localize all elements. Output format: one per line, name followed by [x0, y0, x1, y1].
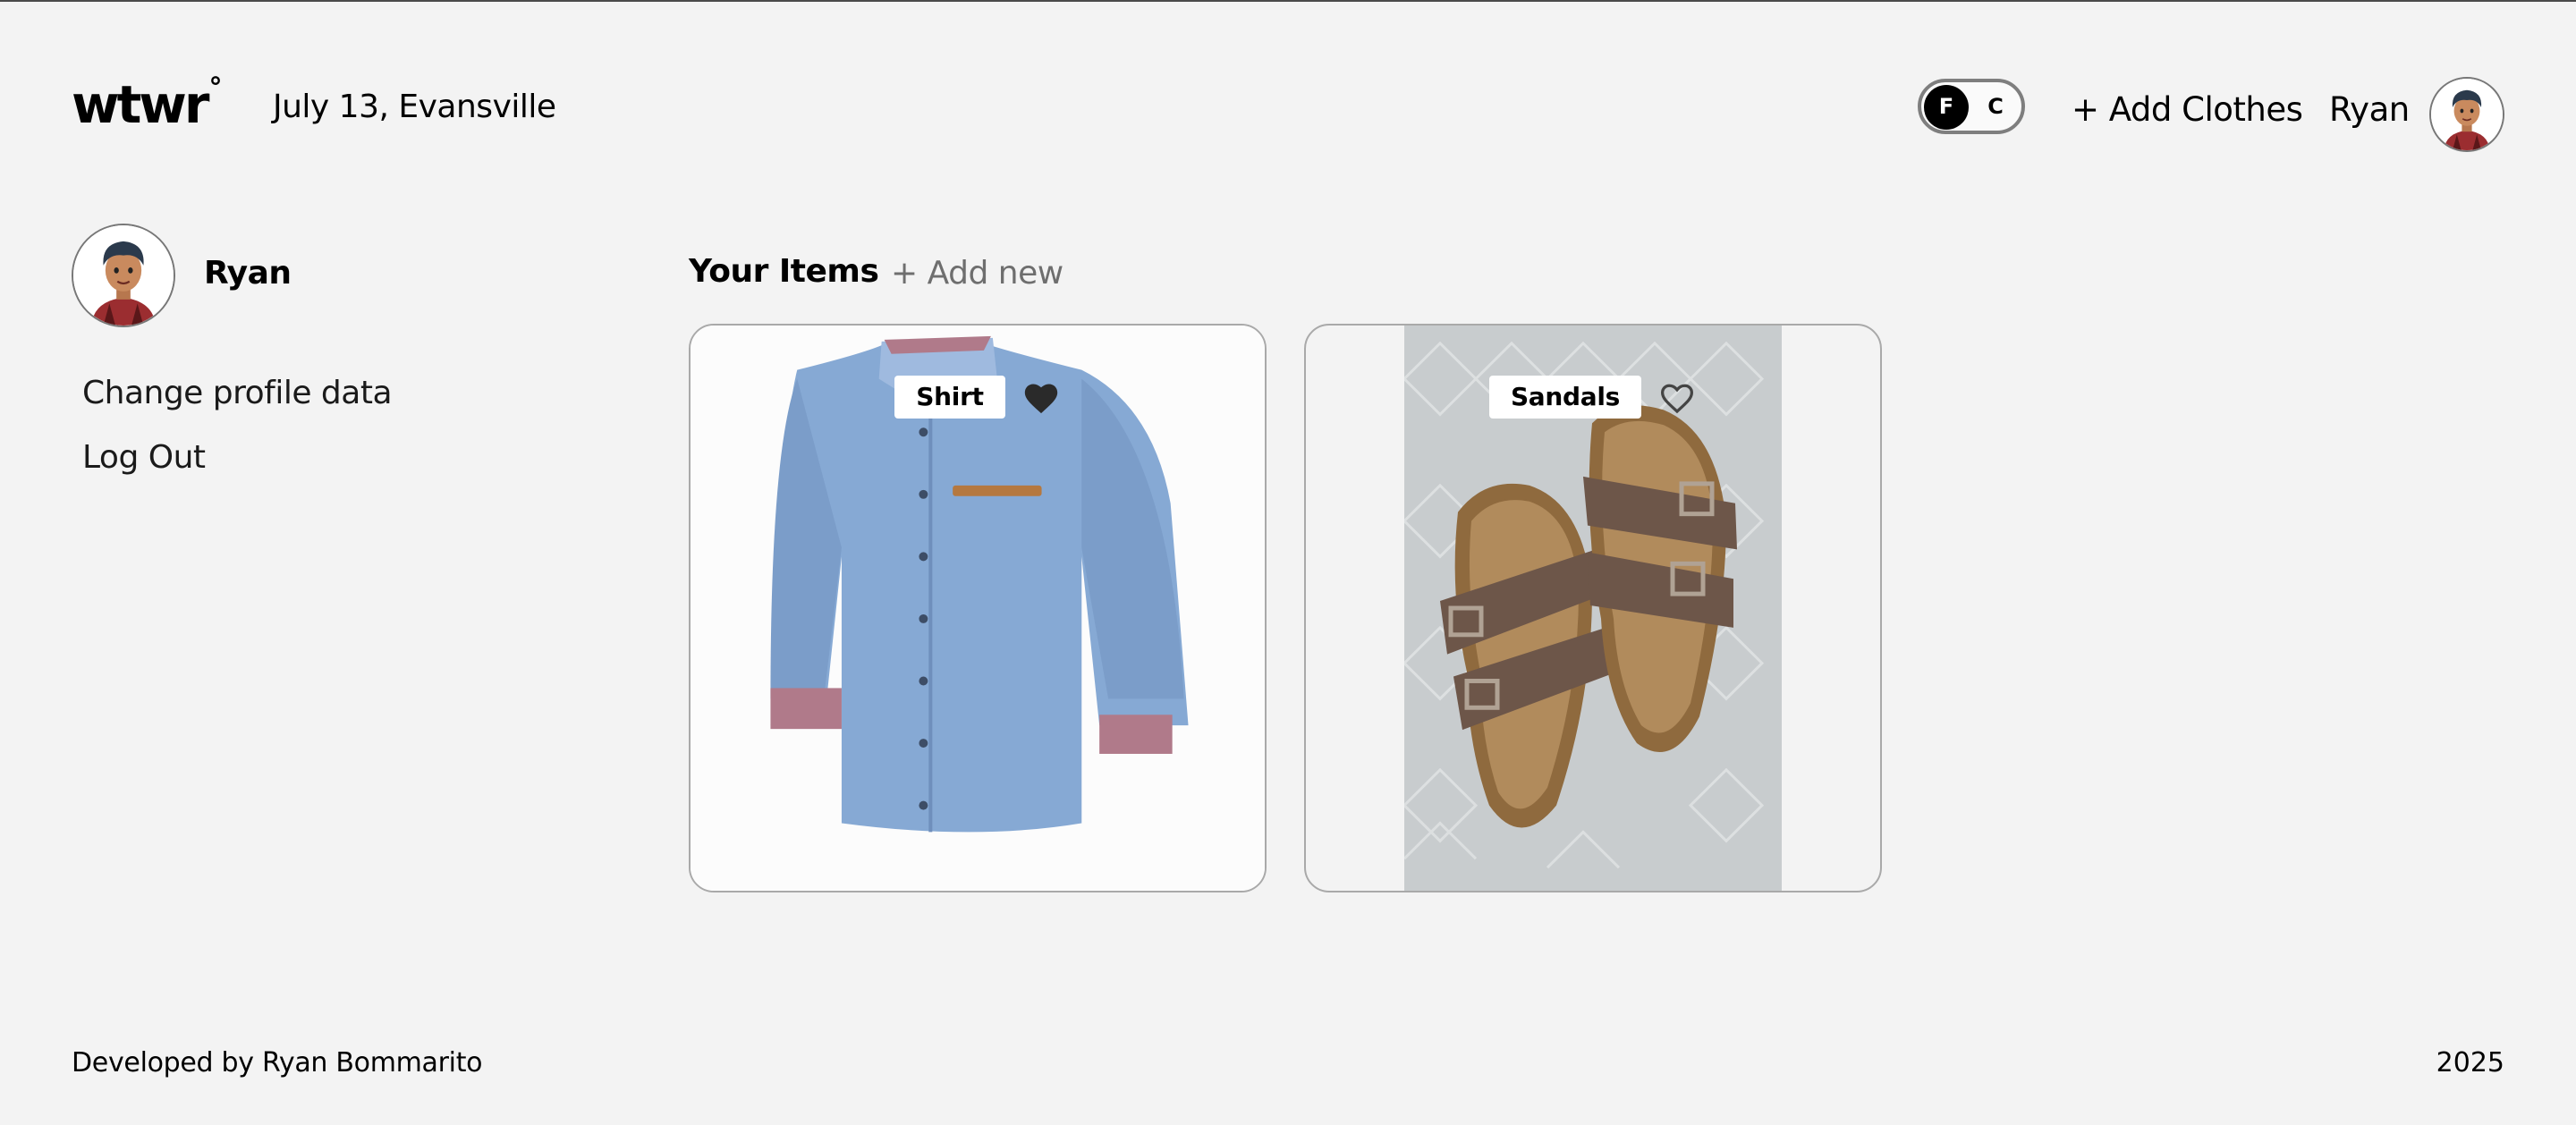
toggle-option-f[interactable]: F — [1922, 82, 1970, 131]
date-location: July 13, Evansville — [273, 89, 556, 125]
temperature-unit-toggle[interactable]: F C — [1918, 79, 2025, 134]
sidebar-user-name: Ryan — [204, 255, 292, 292]
footer-year: 2025 — [2436, 1047, 2504, 1078]
toggle-option-c[interactable]: C — [1971, 82, 2020, 131]
item-header: Sandals — [1306, 376, 1880, 419]
item-header: Shirt — [691, 376, 1265, 419]
add-new-button[interactable]: + Add new — [891, 258, 1063, 290]
item-card-shirt[interactable]: Shirt — [689, 324, 1267, 892]
item-name-label: Shirt — [894, 376, 1005, 419]
footer-credit: Developed by Ryan Bommarito — [72, 1047, 483, 1078]
user-avatar-icon — [73, 225, 174, 326]
heart-outline-icon — [1661, 384, 1694, 414]
header-avatar[interactable] — [2429, 77, 2504, 152]
add-clothes-button[interactable]: + Add Clothes — [2072, 93, 2303, 126]
log-out-button[interactable]: Log Out — [82, 442, 206, 474]
item-name-label: Sandals — [1488, 376, 1642, 419]
item-card-sandals[interactable]: Sandals — [1304, 324, 1882, 892]
logo-degree-mark: ° — [208, 72, 223, 104]
sidebar-avatar — [72, 224, 175, 327]
change-profile-data-button[interactable]: Change profile data — [82, 377, 393, 410]
heart-filled-icon — [1024, 384, 1057, 414]
app-logo[interactable]: wtwr° — [72, 75, 223, 131]
user-avatar-icon — [2431, 79, 2503, 150]
your-items-title: Your Items — [689, 253, 879, 290]
like-button[interactable] — [1021, 379, 1061, 415]
logo-text: wtwr — [72, 74, 209, 135]
like-button[interactable] — [1657, 379, 1697, 415]
header-user-name[interactable]: Ryan — [2329, 93, 2410, 126]
